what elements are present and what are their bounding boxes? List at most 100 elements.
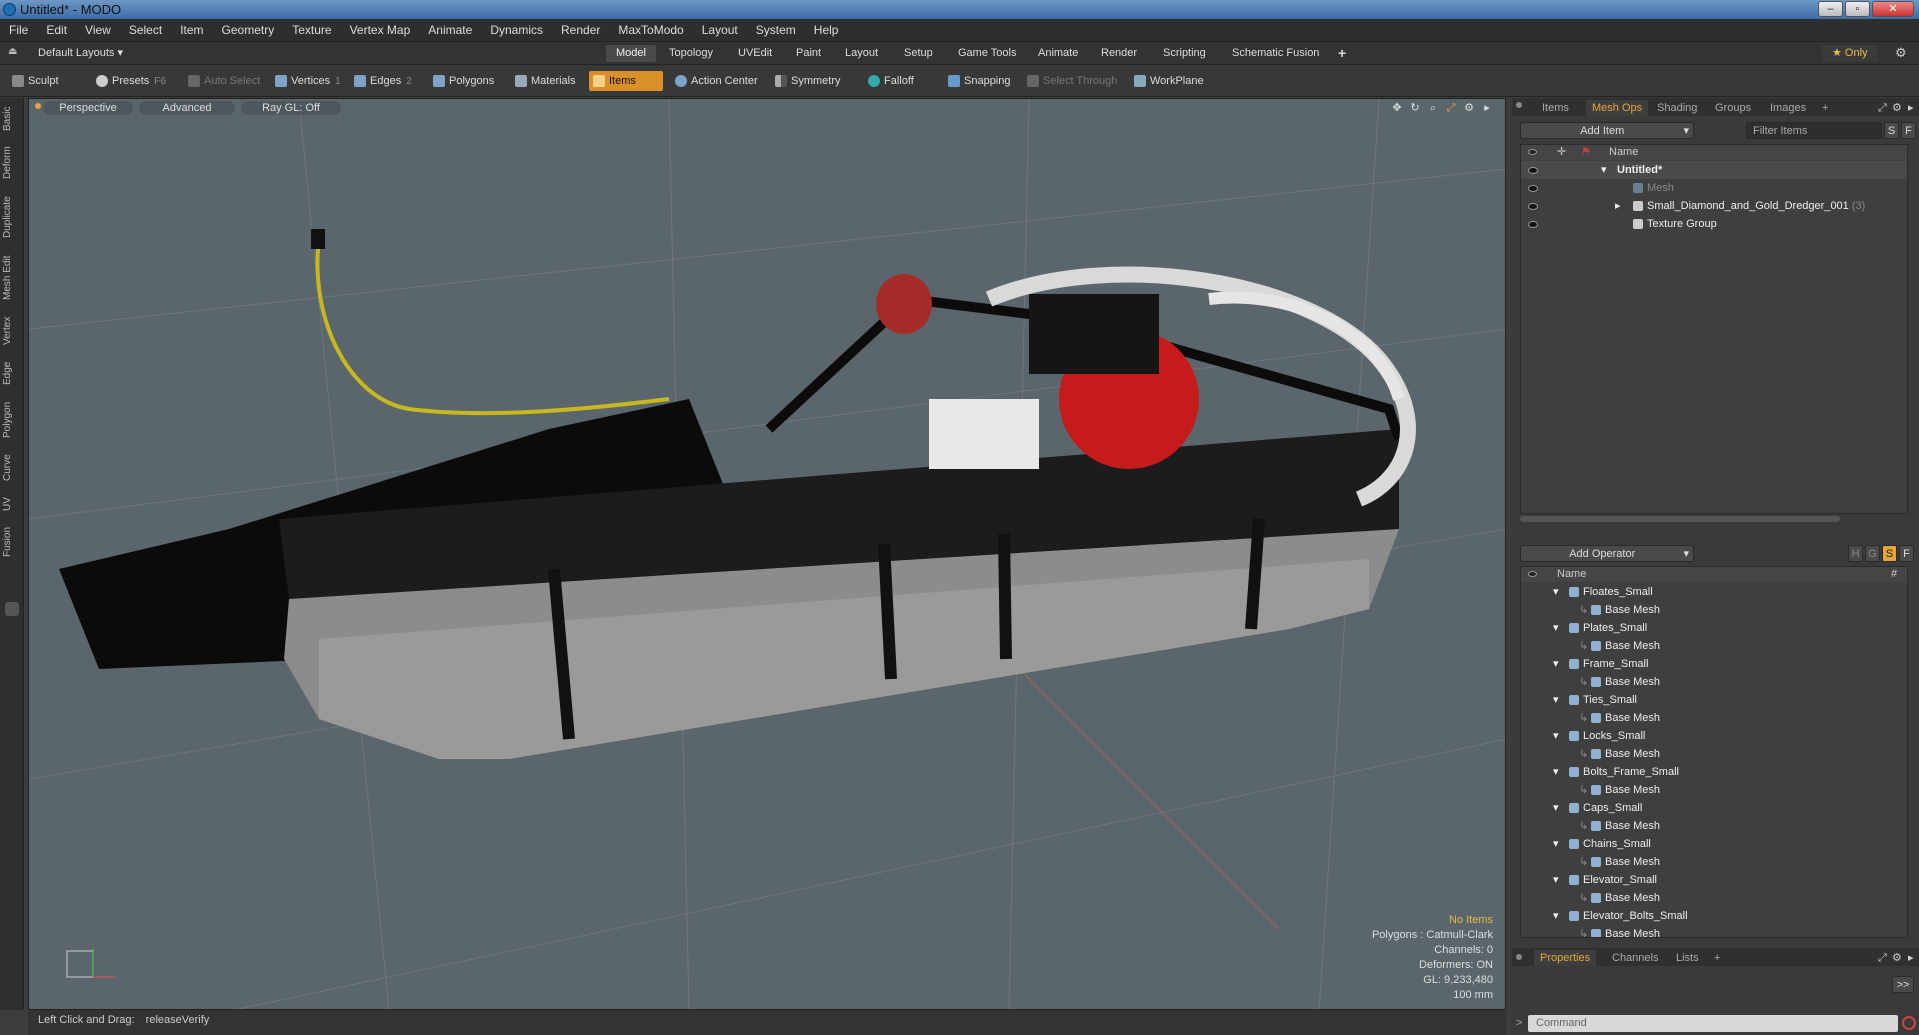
viewport-settings-icon[interactable]: ⚙ [1463, 102, 1475, 114]
tab-deform[interactable]: Deform [2, 144, 22, 182]
zoom-view-icon[interactable]: ⌕ [1427, 102, 1439, 114]
expand-triangle-icon[interactable]: ▾ [1553, 871, 1559, 889]
panel-menu-icon[interactable]: ▸ [1908, 100, 1914, 116]
tree-row-texture-group[interactable]: Texture Group [1521, 215, 1907, 233]
meshop-row[interactable]: ▾ Chains_Small [1521, 835, 1907, 853]
rotate-view-icon[interactable]: ↻ [1409, 102, 1421, 114]
polygons-button[interactable]: Polygons [429, 71, 498, 91]
meshop-row[interactable]: ▾ Elevator_Small [1521, 871, 1907, 889]
expand-triangle-icon[interactable]: ▾ [1553, 655, 1559, 673]
auto-select-button[interactable]: Auto Select [184, 71, 264, 91]
menu-texture[interactable]: Texture [283, 19, 340, 42]
falloff-button[interactable]: Falloff [864, 71, 918, 91]
meshop-row[interactable]: ▾ Elevator_Bolts_Small [1521, 907, 1907, 925]
properties-expand-button[interactable]: >> [1892, 976, 1914, 993]
menu-view[interactable]: View [76, 19, 120, 42]
tab-groups[interactable]: Groups [1715, 100, 1751, 116]
meshop-row[interactable]: ▾ Caps_Small [1521, 799, 1907, 817]
tab-topology[interactable]: Topology [659, 45, 723, 62]
meshop-child-row[interactable]: ↳ Base Mesh [1521, 673, 1907, 691]
meshop-row[interactable]: ▾ Frame_Small [1521, 655, 1907, 673]
meshop-row[interactable]: ▾ Bolts_Frame_Small [1521, 763, 1907, 781]
expand-triangle-icon[interactable]: ▾ [1601, 161, 1607, 179]
expand-triangle-icon[interactable]: ▾ [1553, 799, 1559, 817]
panel-expand-icon[interactable]: ⤢ [1878, 950, 1887, 966]
expand-triangle-icon[interactable]: ▾ [1553, 619, 1559, 637]
vertices-button[interactable]: Vertices 1 [271, 71, 345, 91]
tab-images[interactable]: Images [1770, 100, 1806, 116]
item-tree-scrollbar[interactable] [1520, 516, 1840, 522]
tab-expand-icon[interactable] [5, 602, 19, 616]
menu-dynamics[interactable]: Dynamics [481, 19, 552, 42]
menu-file[interactable]: File [0, 19, 37, 42]
meshop-child-row[interactable]: ↳ Base Mesh [1521, 925, 1907, 937]
edges-button[interactable]: Edges 2 [350, 71, 416, 91]
meshop-row[interactable]: ▾ Ties_Small [1521, 691, 1907, 709]
menu-system[interactable]: System [747, 19, 805, 42]
tab-paint[interactable]: Paint [786, 45, 831, 62]
meshop-row[interactable]: ▾ Plates_Small [1521, 619, 1907, 637]
tab-curve[interactable]: Curve [2, 452, 22, 484]
tab-polygon[interactable]: Polygon [2, 398, 22, 442]
meshop-child-row[interactable]: ↳ Base Mesh [1521, 889, 1907, 907]
tab-uv[interactable]: UV [2, 494, 22, 514]
meshops-g-button[interactable]: G [1865, 545, 1880, 562]
advanced-dropdown[interactable]: Advanced [139, 101, 235, 115]
add-item-dropdown[interactable]: Add Item ▾ [1520, 122, 1694, 139]
tab-render[interactable]: Render [1091, 45, 1147, 62]
meshops-s-button[interactable]: S [1882, 545, 1897, 562]
add-tab-button[interactable]: + [1328, 45, 1356, 62]
menu-select[interactable]: Select [120, 19, 171, 42]
materials-button[interactable]: Materials [511, 71, 580, 91]
tab-lists[interactable]: Lists [1676, 950, 1699, 966]
only-toggle[interactable]: ★ Only [1822, 45, 1878, 62]
workplane-button[interactable]: WorkPlane [1130, 71, 1208, 91]
panel-expand-icon[interactable]: ⤢ [1878, 100, 1887, 116]
tab-items[interactable]: Items [1542, 100, 1569, 116]
panel-menu-icon[interactable]: ▸ [1908, 950, 1914, 966]
command-input[interactable]: Command [1528, 1015, 1898, 1032]
maximize-view-icon[interactable]: ⤢ [1445, 102, 1457, 114]
tab-mesh-ops[interactable]: Mesh Ops [1586, 100, 1649, 116]
expand-triangle-icon[interactable]: ▾ [1553, 907, 1559, 925]
meshop-child-row[interactable]: ↳ Base Mesh [1521, 601, 1907, 619]
eye-icon[interactable] [1528, 185, 1538, 192]
tab-game-tools[interactable]: Game Tools [948, 45, 1027, 62]
menu-render[interactable]: Render [552, 19, 609, 42]
tab-shading[interactable]: Shading [1657, 100, 1697, 116]
eye-icon[interactable] [1528, 167, 1538, 174]
symmetry-button[interactable]: Symmetry [771, 71, 845, 91]
panel-gear-icon[interactable]: ⚙ [1892, 100, 1902, 116]
expand-triangle-icon[interactable]: ▾ [1553, 691, 1559, 709]
maximize-button[interactable]: ▫ [1845, 1, 1870, 17]
menu-item[interactable]: Item [171, 19, 212, 42]
expand-triangle-icon[interactable]: ▾ [1553, 727, 1559, 745]
tab-layout[interactable]: Layout [835, 45, 888, 62]
stop-command-icon[interactable] [1902, 1016, 1916, 1030]
close-button[interactable]: ✕ [1872, 1, 1914, 17]
tab-setup[interactable]: Setup [894, 45, 943, 62]
menu-layout[interactable]: Layout [693, 19, 747, 42]
meshop-row[interactable]: ▾ Floates_Small [1521, 583, 1907, 601]
tab-duplicate[interactable]: Duplicate [2, 192, 22, 242]
sculpt-button[interactable]: Sculpt [8, 71, 63, 91]
add-panel-tab[interactable]: + [1822, 100, 1828, 116]
tab-properties[interactable]: Properties [1534, 950, 1597, 966]
3d-viewport[interactable]: Perspective Advanced Ray GL: Off ✥ ↻ ⌕ ⤢… [28, 98, 1506, 1010]
tab-mesh-edit[interactable]: Mesh Edit [2, 252, 22, 304]
tab-model[interactable]: Model [606, 45, 656, 62]
meshop-child-row[interactable]: ↳ Base Mesh [1521, 853, 1907, 871]
panel-gear-icon[interactable]: ⚙ [1892, 950, 1902, 966]
menu-edit[interactable]: Edit [37, 19, 76, 42]
tab-schematic-fusion[interactable]: Schematic Fusion [1222, 45, 1329, 62]
presets-button[interactable]: Presets F6 [92, 71, 170, 91]
tab-channels[interactable]: Channels [1612, 950, 1658, 966]
eye-icon[interactable] [1528, 221, 1538, 228]
meshop-child-row[interactable]: ↳ Base Mesh [1521, 709, 1907, 727]
tree-row-dredger[interactable]: ▸ Small_Diamond_and_Gold_Dredger_001 (3) [1521, 197, 1907, 215]
select-through-button[interactable]: Select Through [1023, 71, 1121, 91]
add-panel-tab[interactable]: + [1714, 950, 1720, 966]
tab-uvedit[interactable]: UVEdit [728, 45, 782, 62]
expand-triangle-icon[interactable]: ▾ [1553, 835, 1559, 853]
meshop-child-row[interactable]: ↳ Base Mesh [1521, 781, 1907, 799]
